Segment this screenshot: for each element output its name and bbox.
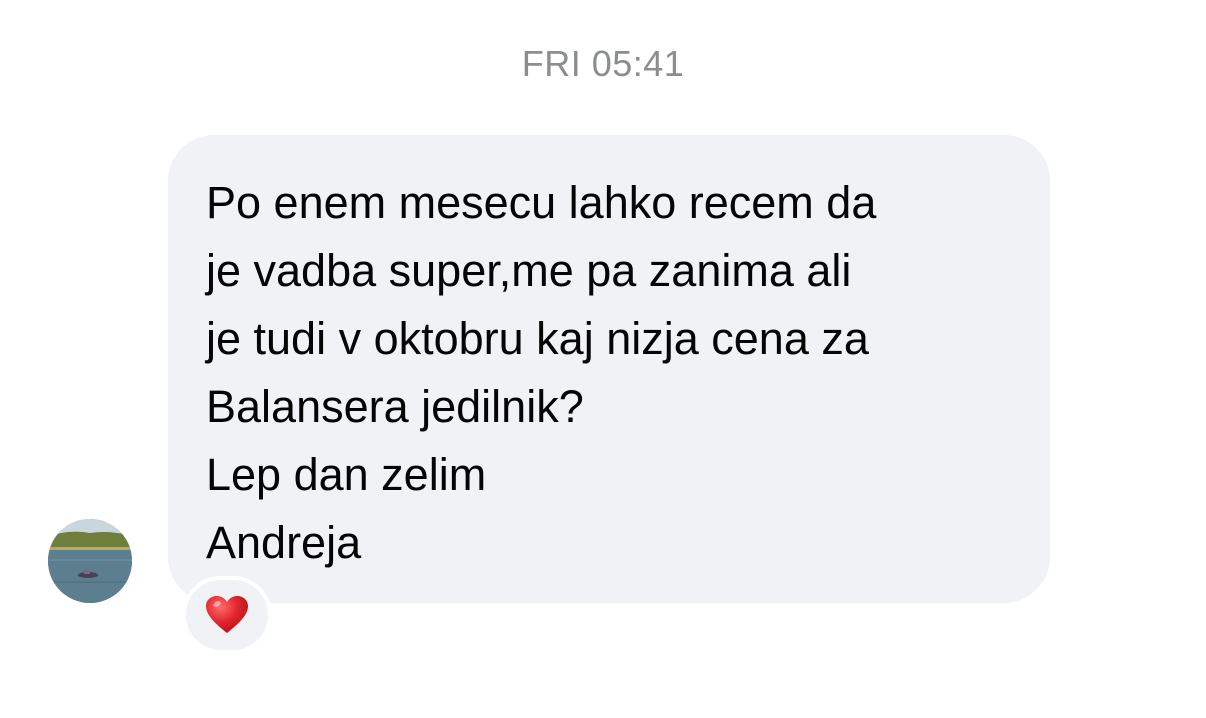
message-line: Po enem mesecu lahko recem da [206,177,877,228]
message-line: je vadba super,me pa zanima ali [206,245,852,296]
sender-avatar[interactable] [48,519,132,603]
reaction-badge[interactable] [182,576,272,654]
message-line: je tudi v oktobru kaj nizja cena za [206,313,869,364]
message-bubble[interactable]: Po enem mesecu lahko recem da je vadba s… [168,135,1050,603]
message-timestamp: FRI 05:41 [521,43,685,84]
message-line: Lep dan zelim [206,449,487,500]
message-line: Andreja [206,517,362,568]
red-heart-icon [206,596,248,633]
message-line: Balansera jedilnik? [206,381,584,432]
avatar-photo-lake [48,519,132,603]
